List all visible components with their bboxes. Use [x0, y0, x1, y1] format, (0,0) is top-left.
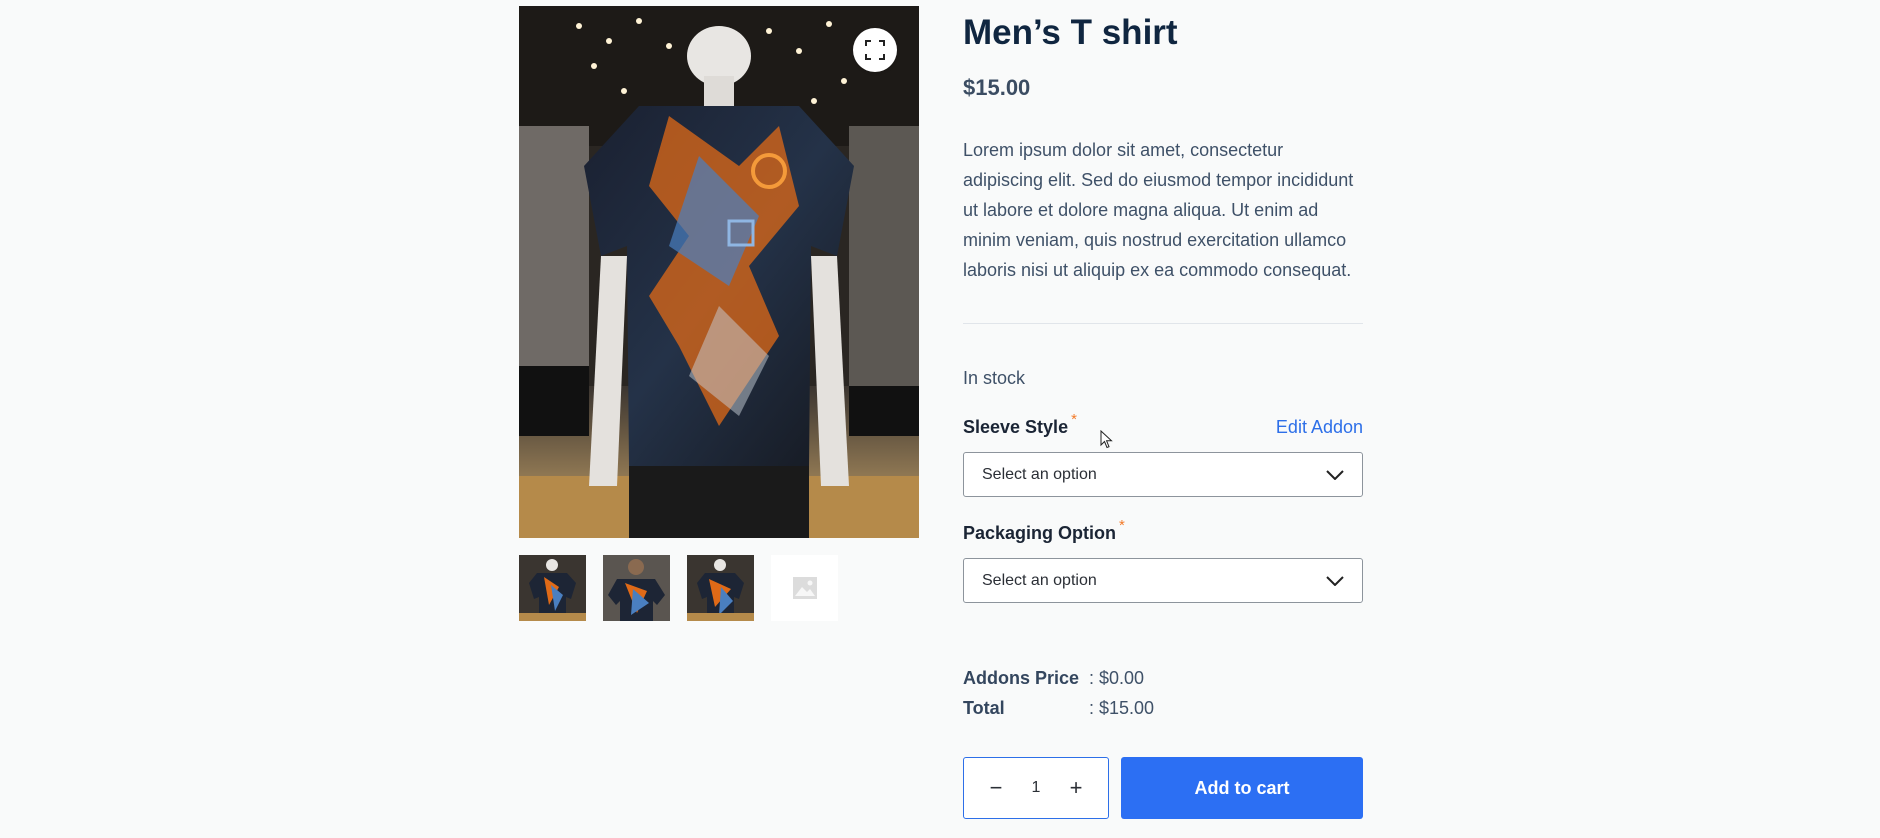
chevron-down-icon	[1326, 575, 1344, 586]
quantity-stepper: − 1 +	[963, 757, 1109, 819]
thumbnail-1[interactable]	[519, 555, 586, 621]
addons-price-row: Addons Price : $0.00	[963, 663, 1363, 693]
required-marker: *	[1071, 411, 1077, 428]
sleeve-style-select[interactable]: Select an option	[963, 452, 1363, 497]
product-price: $15.00	[963, 75, 1031, 100]
tshirt-photo	[519, 6, 919, 538]
addon-label: Packaging Option *	[963, 517, 1125, 544]
addon-packaging-header: Packaging Option *	[963, 517, 1363, 544]
quantity-input[interactable]: 1	[1032, 779, 1041, 797]
packaging-option-select[interactable]: Select an option	[963, 558, 1363, 603]
decrease-quantity-button[interactable]: −	[986, 775, 1006, 801]
add-to-cart-button[interactable]: Add to cart	[1121, 757, 1363, 819]
addons-price-label: Addons Price	[963, 668, 1080, 688]
stock-status: In stock	[963, 368, 1026, 388]
addon-sleeve-style-header: Sleeve Style * Edit Addon	[963, 411, 1363, 438]
thumbnail-3[interactable]	[687, 555, 754, 621]
thumbnail-2[interactable]	[603, 555, 670, 621]
increase-quantity-button[interactable]: +	[1066, 775, 1086, 801]
total-label: Total	[963, 698, 1005, 718]
image-placeholder-icon	[792, 577, 817, 599]
zoom-button[interactable]	[853, 28, 897, 72]
required-marker: *	[1119, 517, 1125, 534]
thumbnail-placeholder[interactable]	[771, 555, 838, 621]
total-row: Total : $15.00	[963, 693, 1363, 723]
fullscreen-icon	[865, 40, 885, 60]
total-value: : $15.00	[1089, 698, 1155, 718]
addons-price-value: : $0.00	[1089, 668, 1145, 688]
select-value: Select an option	[982, 571, 1097, 589]
addon-label: Sleeve Style *	[963, 411, 1077, 438]
thumbnail-strip	[519, 555, 919, 621]
product-description: Lorem ipsum dolor sit amet, consectetur …	[963, 140, 1354, 280]
select-value: Select an option	[982, 465, 1097, 483]
addon-label-text: Packaging Option	[963, 523, 1117, 543]
addon-label-text: Sleeve Style	[963, 417, 1069, 437]
main-product-image[interactable]	[519, 6, 919, 538]
divider	[963, 323, 1363, 324]
product-title: Men’s T shirt	[963, 13, 1178, 52]
chevron-down-icon	[1326, 469, 1344, 480]
product-gallery	[519, 6, 919, 621]
edit-addon-link[interactable]: Edit Addon	[1276, 417, 1363, 438]
cart-controls: − 1 + Add to cart	[963, 757, 1363, 819]
product-summary: Men’s T shirt $15.00 Lorem ipsum dolor s…	[963, 0, 1363, 819]
mouse-cursor-icon	[1100, 430, 1113, 449]
price-totals: Addons Price : $0.00 Total : $15.00	[963, 663, 1363, 723]
